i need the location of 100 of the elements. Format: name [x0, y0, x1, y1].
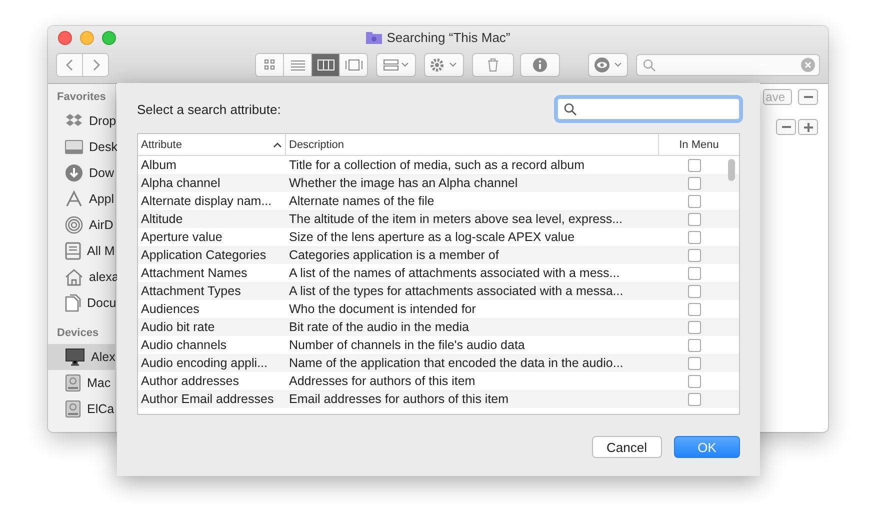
- checkbox[interactable]: [688, 392, 700, 406]
- checkbox[interactable]: [688, 212, 700, 226]
- clear-icon[interactable]: [801, 58, 815, 72]
- table-cell-text: The altitude of the item in meters above sea level, express...: [288, 211, 624, 228]
- chevron-left-icon: [64, 58, 74, 72]
- checkbox[interactable]: [688, 338, 700, 352]
- checkbox[interactable]: [688, 356, 700, 370]
- checkbox[interactable]: [688, 284, 700, 298]
- minimize-button[interactable]: [80, 31, 94, 45]
- download-icon: [65, 164, 83, 182]
- remove-button[interactable]: [776, 119, 796, 135]
- sidebar-heading: Devices: [56, 326, 100, 341]
- columns-icon: [316, 59, 334, 71]
- sidebar-item[interactable]: Docu: [48, 290, 115, 316]
- arrange-button[interactable]: [376, 53, 416, 77]
- scrollbar-thumb[interactable]: [728, 159, 735, 181]
- column-header[interactable]: In Menu: [658, 134, 739, 155]
- table-cell-text: Author addresses: [140, 373, 240, 390]
- eye-button[interactable]: [588, 53, 628, 77]
- sidebar-item[interactable]: Alex: [48, 344, 115, 370]
- table-cell-text: Audio channels: [140, 337, 228, 354]
- table-cell-text: Name of the application that encoded the data in the audio...: [288, 355, 624, 372]
- sort-ascending-icon: [273, 142, 282, 148]
- sidebar-item[interactable]: Appl: [48, 186, 115, 212]
- table-cell-text: Attachment Names: [140, 265, 248, 282]
- checkbox[interactable]: [688, 230, 700, 244]
- table-cell-text: Alpha channel: [140, 175, 222, 192]
- table-cell-text: Categories application is a member of: [288, 247, 500, 264]
- search-field[interactable]: [636, 54, 820, 76]
- table-cell-text: Attachment Types: [140, 283, 242, 300]
- table-cell-text: Application Categories: [140, 247, 268, 264]
- zoom-button[interactable]: [102, 31, 116, 45]
- checkbox[interactable]: [688, 194, 700, 208]
- grid-icon: [262, 59, 276, 71]
- tray-icon: [65, 242, 81, 260]
- airdrop-icon: [65, 216, 83, 234]
- gallery-icon: [344, 59, 364, 71]
- table-cell-text: Number of channels in the file's audio data: [288, 337, 526, 354]
- info-button[interactable]: [520, 53, 560, 77]
- cancel-button[interactable]: Cancel: [592, 436, 662, 458]
- gear-icon: [430, 58, 458, 72]
- table-cell-text: Email addresses for authors of this item: [288, 391, 510, 408]
- sidebar-item[interactable]: Mac: [48, 370, 115, 396]
- search-icon: [643, 58, 656, 72]
- sidebar-item[interactable]: Dow: [48, 160, 115, 186]
- table-cell-text: Bit rate of the audio in the media: [288, 319, 470, 336]
- apps-icon: [65, 190, 83, 208]
- checkbox[interactable]: [688, 266, 700, 280]
- table-cell-text: Altitude: [140, 211, 184, 228]
- sidebar-item[interactable]: AirD: [48, 212, 115, 238]
- plus-icon: [804, 122, 812, 132]
- window-title: Searching “This Mac”: [386, 30, 510, 45]
- checkbox[interactable]: [688, 248, 700, 262]
- column-view-button[interactable]: [311, 54, 339, 76]
- table-cell-text: Whether the image has an Alpha channel: [288, 175, 519, 192]
- table-cell-text: A list of the types for attachments associated with a messa...: [288, 283, 624, 300]
- sidebar-heading: Favorites: [56, 90, 107, 105]
- checkbox[interactable]: [688, 176, 700, 190]
- folder-icon: [366, 31, 382, 44]
- list-icon: [290, 59, 306, 71]
- table-cell-text: Who the document is intended for: [288, 301, 477, 318]
- minus-icon: [804, 96, 812, 98]
- table-cell-text: Alternate display nam...: [140, 193, 273, 210]
- arrange-icon: [383, 59, 409, 71]
- dialog-prompt: Select a search attribute:: [137, 102, 281, 116]
- table-cell-text: Author Email addresses: [140, 391, 275, 408]
- add-button[interactable]: [798, 119, 818, 135]
- close-button[interactable]: [58, 31, 72, 45]
- house-icon: [65, 268, 83, 286]
- column-header[interactable]: Description: [286, 134, 658, 155]
- info-icon: [532, 57, 548, 73]
- table-cell-text: Alternate names of the file: [288, 193, 436, 210]
- table-cell-text: A list of the names of attachments associated with a mess...: [288, 265, 621, 282]
- table-cell-text: Audio bit rate: [140, 319, 216, 336]
- checkbox[interactable]: [688, 302, 700, 316]
- sidebar-item[interactable]: ElCa: [48, 396, 115, 422]
- table-cell-text: Size of the lens aperture as a log-scale APEX value: [288, 229, 576, 246]
- eye-icon: [593, 57, 623, 73]
- desktop-icon: [65, 140, 83, 154]
- table-cell-text: Title for a collection of media, such as a record album: [288, 157, 586, 174]
- trash-icon: [487, 58, 499, 72]
- gallery-view-button[interactable]: [339, 54, 367, 76]
- sidebar-item[interactable]: All M: [48, 238, 115, 264]
- checkbox[interactable]: [688, 374, 700, 388]
- table-cell-text: Album: [140, 157, 178, 174]
- document-icon: [65, 294, 81, 312]
- chevron-right-icon: [90, 58, 100, 72]
- checkbox[interactable]: [688, 158, 700, 172]
- forward-button[interactable]: [82, 54, 108, 76]
- column-header[interactable]: Attribute: [138, 134, 286, 155]
- gear-button[interactable]: [424, 53, 464, 77]
- attribute-search-field[interactable]: [557, 98, 740, 120]
- trash-button[interactable]: [472, 53, 514, 77]
- table-cell-text: Aperture value: [140, 229, 224, 246]
- checkbox[interactable]: [688, 320, 700, 334]
- sidebar-item[interactable]: Desk: [48, 134, 115, 160]
- remove-button[interactable]: [798, 89, 818, 105]
- sidebar-item[interactable]: Drop: [48, 108, 115, 134]
- table-cell-text: Addresses for authors of this item: [288, 373, 476, 390]
- search-icon: [564, 102, 577, 116]
